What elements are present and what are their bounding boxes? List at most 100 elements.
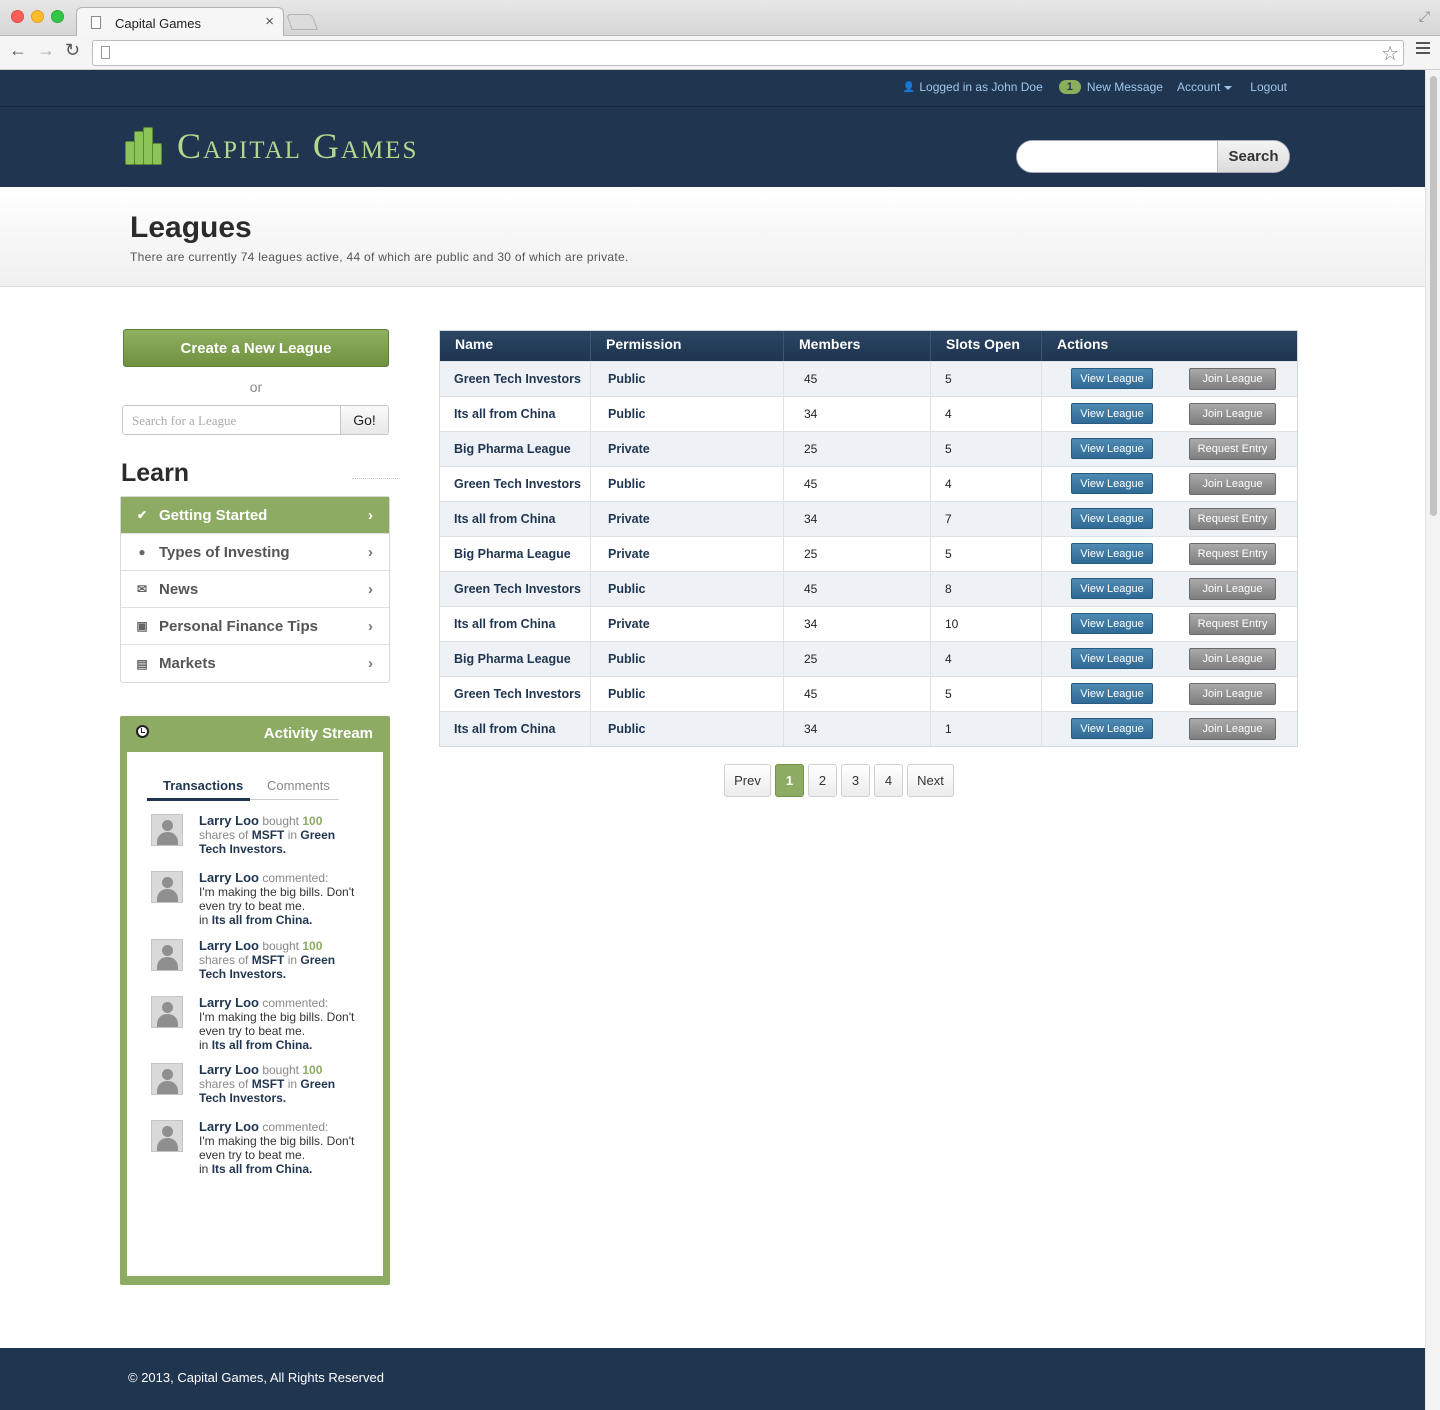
address-bar[interactable]: ☆ [92,40,1404,66]
join-league-button[interactable]: Join League [1189,648,1276,670]
column-header-name[interactable]: Name [440,331,591,361]
tab-transactions[interactable]: Transactions [163,778,243,793]
feed-user[interactable]: Larry Loo [199,995,259,1010]
feed-stock[interactable]: MSFT [252,953,285,967]
page-1-button[interactable]: 1 [775,764,804,797]
league-search-input[interactable]: Search for a League [123,406,340,434]
chevron-right-icon: › [368,543,373,561]
create-league-button[interactable]: Create a New League [123,329,389,367]
league-actions: View League Request Entry [1042,502,1297,536]
next-page-button[interactable]: Next [907,764,954,797]
account-dropdown[interactable]: Account [1177,80,1233,94]
tab-close-icon[interactable]: × [265,13,274,30]
feed-user[interactable]: Larry Loo [199,1119,259,1134]
league-name[interactable]: Big Pharma League [440,642,591,676]
league-actions: View League Join League [1042,397,1297,431]
league-name[interactable]: Green Tech Investors [440,467,591,501]
browser-menu-icon[interactable] [1416,42,1430,57]
bookmark-star-icon[interactable]: ☆ [1381,41,1399,66]
learn-item-markets[interactable]: ▤ Markets › [121,645,389,682]
view-league-button[interactable]: View League [1071,578,1153,599]
feed-user[interactable]: Larry Loo [199,1062,259,1077]
view-league-button[interactable]: View League [1071,683,1153,704]
league-members: 34 [784,607,931,641]
logout-link[interactable]: Logout [1250,80,1287,94]
view-league-button[interactable]: View League [1071,718,1153,739]
learn-item-news[interactable]: ✉ News › [121,571,389,608]
scrollbar-thumb[interactable] [1430,76,1437,516]
browser-tab[interactable]: Capital Games × [76,7,284,37]
join-league-button[interactable]: Join League [1189,718,1276,740]
league-name[interactable]: Green Tech Investors [440,362,591,396]
page-4-button[interactable]: 4 [874,764,903,797]
feed-text: in [287,953,298,967]
league-name[interactable]: Big Pharma League [440,432,591,466]
league-name[interactable]: Green Tech Investors [440,572,591,606]
logged-in-link[interactable]: Logged in as John Doe [919,80,1042,94]
logo[interactable]: Capital Games [125,125,418,167]
view-league-button[interactable]: View League [1071,403,1153,424]
join-league-button[interactable]: Join League [1189,683,1276,705]
request-entry-button[interactable]: Request Entry [1189,613,1276,635]
feed-user[interactable]: Larry Loo [199,870,259,885]
view-league-button[interactable]: View League [1071,473,1153,494]
new-message-link[interactable]: New Message [1087,80,1163,94]
zoom-window-button[interactable] [51,10,64,23]
request-entry-button[interactable]: Request Entry [1189,438,1276,460]
join-league-button[interactable]: Join League [1189,403,1276,425]
table-row: Its all from China Private 34 10 View League… [440,606,1297,641]
close-window-button[interactable] [11,10,24,23]
league-permission: Private [591,607,784,641]
feed-league[interactable]: Its all from China. [212,1162,313,1176]
league-name[interactable]: Big Pharma League [440,537,591,571]
page-3-button[interactable]: 3 [841,764,870,797]
tab-title: Capital Games [115,16,201,31]
tab-comments[interactable]: Comments [267,778,330,793]
request-entry-button[interactable]: Request Entry [1189,508,1276,530]
request-entry-button[interactable]: Request Entry [1189,543,1276,565]
back-arrow-icon[interactable]: ← [9,40,27,61]
feed-user[interactable]: Larry Loo [199,938,259,953]
learn-item-personal-finance-tips[interactable]: ▣ Personal Finance Tips › [121,608,389,645]
forward-arrow-icon[interactable]: → [37,40,55,61]
column-header-permission[interactable]: Permission [591,331,784,361]
reload-icon[interactable]: ↻ [65,40,80,61]
league-name[interactable]: Its all from China [440,397,591,431]
view-league-button[interactable]: View League [1071,543,1153,564]
feed-stock[interactable]: MSFT [252,828,285,842]
feed-league[interactable]: Its all from China. [212,1038,313,1052]
view-league-button[interactable]: View League [1071,438,1153,459]
join-league-button[interactable]: Join League [1189,578,1276,600]
minimize-window-button[interactable] [31,10,44,23]
go-button[interactable]: Go! [340,406,388,434]
activity-header: Activity Stream [120,716,390,750]
new-tab-button[interactable] [286,14,318,30]
league-name[interactable]: Green Tech Investors [440,677,591,711]
table-header: Name Permission Members Slots Open Actio… [440,331,1297,361]
divider [352,478,400,479]
join-league-button[interactable]: Join League [1189,473,1276,495]
league-name[interactable]: Its all from China [440,502,591,536]
learn-item-getting-started[interactable]: ✔ Getting Started › [121,497,389,534]
column-header-members[interactable]: Members [784,331,931,361]
feed-message: I'm making the big bills. Don't even try… [199,1134,355,1162]
prev-page-button[interactable]: Prev [724,764,771,797]
learn-item-types-of-investing[interactable]: ● Types of Investing › [121,534,389,571]
site-search-input[interactable] [1017,141,1217,172]
league-name[interactable]: Its all from China [440,607,591,641]
view-league-button[interactable]: View League [1071,508,1153,529]
feed-text: in [287,1077,298,1091]
fullscreen-icon[interactable]: ⤢ [1419,8,1430,25]
page-2-button[interactable]: 2 [808,764,837,797]
join-league-button[interactable]: Join League [1189,368,1276,390]
feed-user[interactable]: Larry Loo [199,813,259,828]
search-button[interactable]: Search [1217,141,1289,172]
feed-stock[interactable]: MSFT [252,1077,285,1091]
column-header-slots-open[interactable]: Slots Open [931,331,1042,361]
view-league-button[interactable]: View League [1071,648,1153,669]
league-name[interactable]: Its all from China [440,712,591,746]
view-league-button[interactable]: View League [1071,613,1153,634]
view-league-button[interactable]: View League [1071,368,1153,389]
feed-league[interactable]: Its all from China. [212,913,313,927]
scrollbar[interactable] [1425,70,1440,1410]
